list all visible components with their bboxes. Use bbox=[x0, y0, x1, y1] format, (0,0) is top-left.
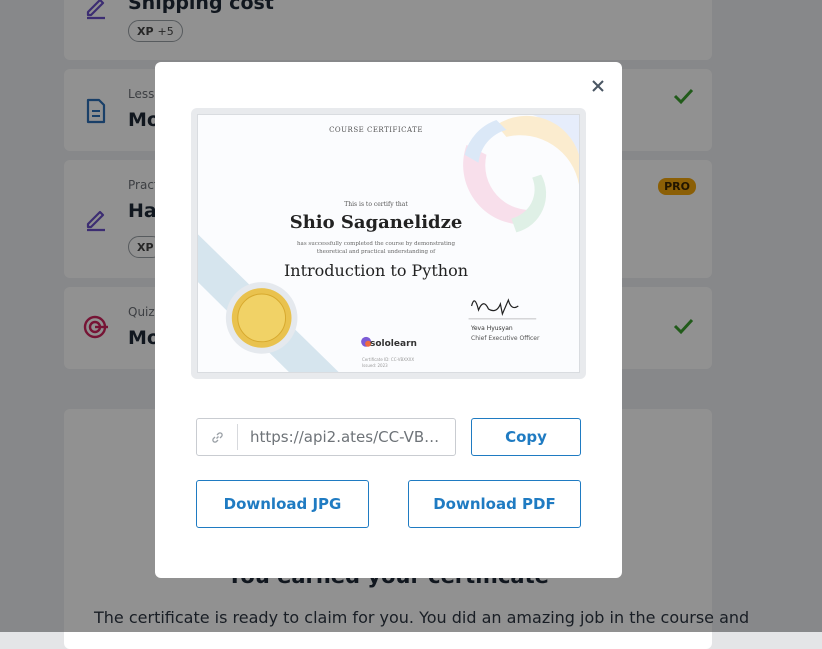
close-button[interactable] bbox=[588, 76, 608, 96]
copy-link-button[interactable]: Copy bbox=[471, 418, 581, 456]
signer-role: Chief Executive Officer bbox=[471, 335, 540, 342]
certificate-image: COURSE CERTIFICATE This is to certify th… bbox=[197, 114, 580, 373]
sololearn-logo: sololearn bbox=[370, 339, 417, 349]
certificate-meta: Certificate ID: CC-VBXXXX Issued: 2023 bbox=[362, 357, 414, 369]
link-icon bbox=[211, 431, 223, 443]
certificate-heading: COURSE CERTIFICATE bbox=[329, 126, 423, 134]
certificate-modal: COURSE CERTIFICATE This is to certify th… bbox=[155, 62, 622, 578]
signer-name: Yeva Hyusyan bbox=[471, 325, 513, 332]
certificate-statement-line: theoretical and practical understanding … bbox=[316, 249, 436, 255]
certificate-link-field[interactable]: https://api2.ates/CC-VBXXXXXX bbox=[196, 418, 456, 456]
certificate-course-name: Introduction to Python bbox=[283, 261, 469, 280]
download-pdf-button[interactable]: Download PDF bbox=[408, 480, 581, 528]
certificate-recipient-name: Shio Saganelidze bbox=[289, 212, 463, 233]
certificate-preview: COURSE CERTIFICATE This is to certify th… bbox=[191, 108, 586, 379]
download-jpg-button[interactable]: Download JPG bbox=[196, 480, 369, 528]
certificate-intro: This is to certify that bbox=[344, 201, 408, 208]
close-icon bbox=[592, 80, 604, 92]
link-icon-container bbox=[197, 424, 238, 450]
certificate-link-text[interactable]: https://api2.ates/CC-VBXXXXXX bbox=[238, 428, 445, 446]
certificate-statement-line: has successfully completed the course by… bbox=[297, 241, 455, 247]
certificate-statement: has successfully completed the course by… bbox=[198, 240, 579, 256]
certificate-date: Issued: 2023 bbox=[362, 363, 388, 368]
